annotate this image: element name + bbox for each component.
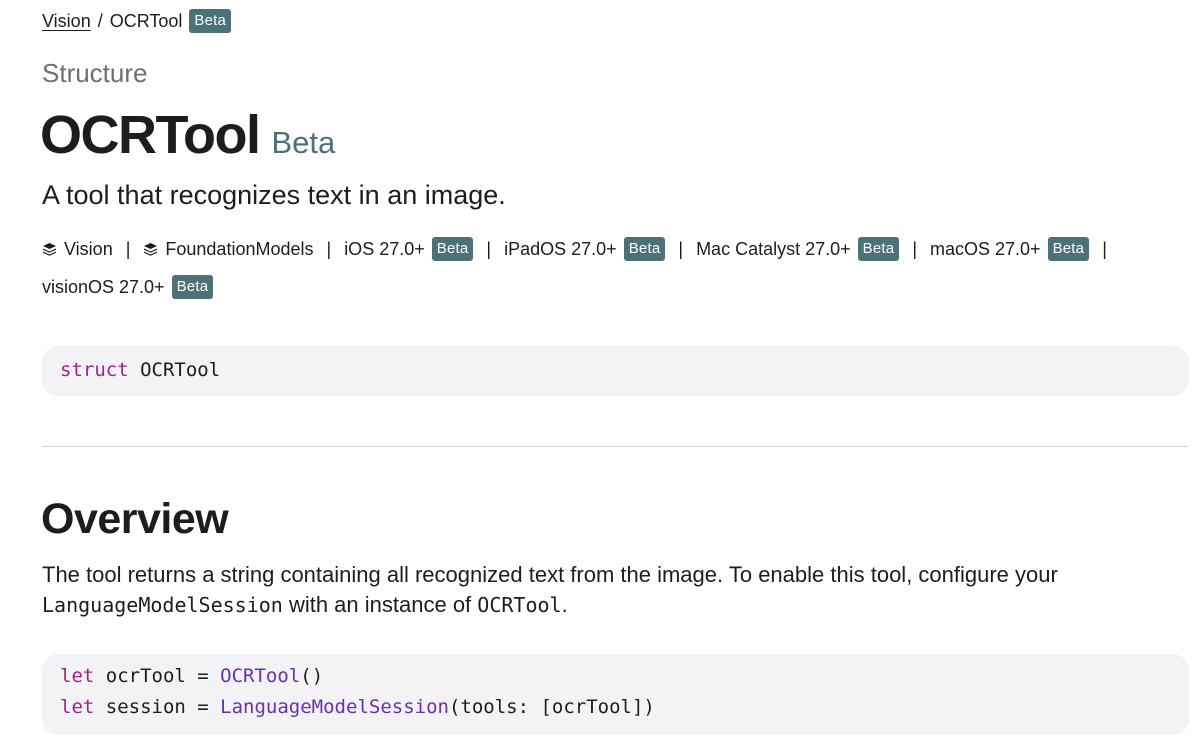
platform-ipados: iPadOS 27.0+ Beta	[504, 230, 666, 268]
code-text: ocrTool =	[94, 665, 221, 687]
symbol-kind: Structure	[42, 58, 148, 88]
platform-label: macOS 27.0+	[930, 239, 1041, 259]
code-keyword: let	[60, 696, 95, 718]
beta-badge: Beta	[1047, 237, 1090, 261]
availability-separator: |	[125, 239, 131, 259]
framework-label: FoundationModels	[165, 239, 314, 259]
overview-paragraph: The tool returns a string containing all…	[42, 560, 1172, 620]
platform-ios: iOS 27.0+ Beta	[344, 230, 474, 268]
platform-label: iOS 27.0+	[344, 239, 425, 259]
beta-badge: Beta	[189, 9, 232, 33]
page-title: OCRTool	[40, 105, 261, 165]
availability-list: Vision | FoundationModels | iOS 27.0+ Be…	[42, 230, 1162, 306]
code-text: ()	[300, 665, 324, 687]
overview-heading: Overview	[41, 495, 229, 543]
platform-label: iPadOS 27.0+	[504, 239, 617, 259]
overview-text: with an instance of	[282, 592, 478, 617]
example-code-block: let ocrTool = OCRTool() let session = La…	[42, 654, 1189, 735]
code-type: OCRTool	[220, 665, 301, 687]
code-voice-languagemodelsession: LanguageModelSession	[42, 593, 283, 617]
declaration-line: struct OCRTool	[60, 359, 220, 381]
beta-badge: Beta	[171, 275, 214, 299]
breadcrumb-separator: /	[97, 10, 103, 31]
title-beta-label: Beta	[271, 125, 336, 160]
declaration-code-block: struct OCRTool	[42, 346, 1189, 396]
availability-row-1: Vision | FoundationModels | iOS 27.0+ Be…	[42, 230, 1162, 268]
availability-separator: |	[326, 239, 332, 259]
breadcrumb: Vision / OCRTool Beta	[42, 9, 232, 33]
platform-visionos: visionOS 27.0+ Beta	[42, 268, 214, 306]
availability-separator: |	[1102, 239, 1107, 259]
breadcrumb-link-vision[interactable]: Vision	[42, 11, 91, 32]
platform-label: Mac Catalyst 27.0+	[696, 239, 851, 259]
section-divider	[42, 446, 1189, 447]
title-row: OCRTool Beta	[40, 104, 335, 166]
code-keyword: struct	[60, 359, 129, 381]
stack-icon	[43, 243, 56, 256]
documentation-page: Vision / OCRTool Beta Structure OCRTool …	[0, 0, 1200, 753]
code-text: (tools: [ocrTool])	[448, 696, 655, 718]
framework-label: Vision	[64, 239, 113, 259]
beta-badge: Beta	[431, 237, 474, 261]
framework-foundationmodels: FoundationModels	[143, 230, 314, 268]
availability-separator: |	[678, 239, 684, 259]
overview-text: The tool returns a string containing all…	[42, 562, 1058, 587]
code-voice-ocrtool: OCRTool	[477, 593, 562, 617]
code-text: session =	[94, 696, 221, 718]
code-keyword: let	[60, 665, 95, 687]
stack-icon	[144, 243, 158, 256]
breadcrumb-current: OCRTool	[109, 10, 183, 31]
declaration-name: OCRTool	[140, 359, 221, 381]
platform-mac-catalyst: Mac Catalyst 27.0+ Beta	[696, 230, 900, 268]
code-line: let session = LanguageModelSession(tools…	[60, 696, 655, 718]
code-line: let ocrTool = OCRTool()	[60, 665, 323, 687]
beta-badge: Beta	[623, 237, 666, 261]
availability-separator: |	[486, 239, 492, 259]
platform-label: visionOS 27.0+	[42, 277, 165, 297]
abstract: A tool that recognizes text in an image.	[42, 180, 506, 210]
overview-text: .	[561, 592, 568, 617]
availability-separator: |	[912, 239, 917, 259]
platform-macos: macOS 27.0+ Beta	[930, 230, 1090, 268]
code-type: LanguageModelSession	[220, 696, 449, 718]
framework-vision: Vision	[42, 230, 113, 268]
beta-badge: Beta	[857, 237, 900, 261]
availability-row-2: visionOS 27.0+ Beta	[42, 268, 1162, 306]
